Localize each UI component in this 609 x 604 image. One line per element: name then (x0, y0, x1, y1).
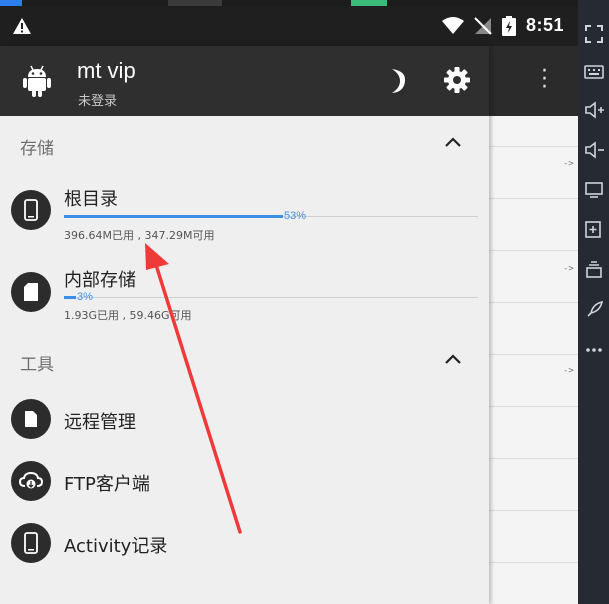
android-icon (23, 65, 51, 97)
wifi-icon (441, 16, 464, 34)
install-apk-icon[interactable] (584, 220, 604, 240)
chevron-up-icon[interactable] (444, 136, 462, 148)
fullscreen-icon[interactable] (584, 24, 604, 44)
keyboard-icon[interactable] (584, 62, 604, 82)
app-title: mt vip (77, 58, 136, 83)
tool-item-label: 远程管理 (64, 412, 136, 433)
night-mode-icon[interactable] (384, 67, 408, 95)
section-title-storage: 存储 (20, 139, 54, 159)
phone-icon (11, 190, 51, 230)
rocket-icon[interactable] (584, 300, 604, 320)
emulator-side-toolbar (578, 0, 609, 604)
storage-item-label: 内部存储 (64, 270, 136, 291)
storage-usage-bar (64, 296, 478, 299)
multi-window-icon[interactable] (584, 260, 604, 280)
no-signal-icon (474, 16, 492, 35)
settings-gear-icon[interactable] (443, 66, 471, 94)
storage-usage-bar (64, 215, 478, 218)
list-divider (489, 354, 578, 355)
volume-up-icon[interactable] (584, 100, 604, 120)
section-title-tools: 工具 (20, 355, 54, 375)
storage-usage-percent: 53% (284, 210, 307, 222)
storage-usage-text: 396.64M已用 , 347.29M可用 (64, 229, 215, 242)
tool-item-label: Activity记录 (64, 536, 168, 557)
list-arrow: -> (563, 264, 574, 274)
list-divider (489, 250, 578, 251)
more-icon[interactable] (584, 340, 604, 360)
list-arrow: -> (563, 159, 574, 169)
phone-icon (11, 523, 51, 563)
list-arrow: -> (563, 366, 574, 376)
file-icon (11, 399, 51, 439)
volume-down-icon[interactable] (584, 140, 604, 160)
tool-item-label: FTP客户端 (64, 474, 150, 495)
overflow-menu-icon[interactable]: · · · (541, 61, 548, 99)
drawer-header: mt vip 未登录 (0, 46, 489, 116)
warning-icon (13, 18, 31, 34)
storage-usage-text: 1.93G已用 , 59.46G可用 (64, 309, 192, 322)
sd-card-icon (11, 272, 51, 312)
list-divider (489, 510, 578, 511)
storage-item-label: 根目录 (64, 189, 118, 210)
background-toolbar: · · · (489, 46, 578, 116)
login-status[interactable]: 未登录 (78, 90, 117, 109)
list-divider (489, 302, 578, 303)
list-divider (489, 146, 578, 147)
list-divider (489, 198, 578, 199)
android-status-bar: 8:51 (0, 6, 578, 46)
battery-charging-icon (501, 15, 516, 36)
navigation-drawer: mt vip 未登录 存储 根目录 53% 396.64M已用 , 347.29… (0, 46, 489, 604)
storage-usage-percent: 3% (77, 291, 93, 303)
status-time: 8:51 (525, 15, 564, 35)
list-divider (489, 458, 578, 459)
list-divider (489, 406, 578, 407)
list-divider (489, 562, 578, 563)
cloud-icon (11, 461, 51, 501)
background-file-list: · · · -> -> -> (489, 46, 578, 604)
storage-usage-fill (64, 296, 77, 299)
chevron-up-icon[interactable] (444, 353, 462, 365)
storage-usage-fill (64, 215, 284, 218)
screen-icon[interactable] (584, 180, 604, 200)
